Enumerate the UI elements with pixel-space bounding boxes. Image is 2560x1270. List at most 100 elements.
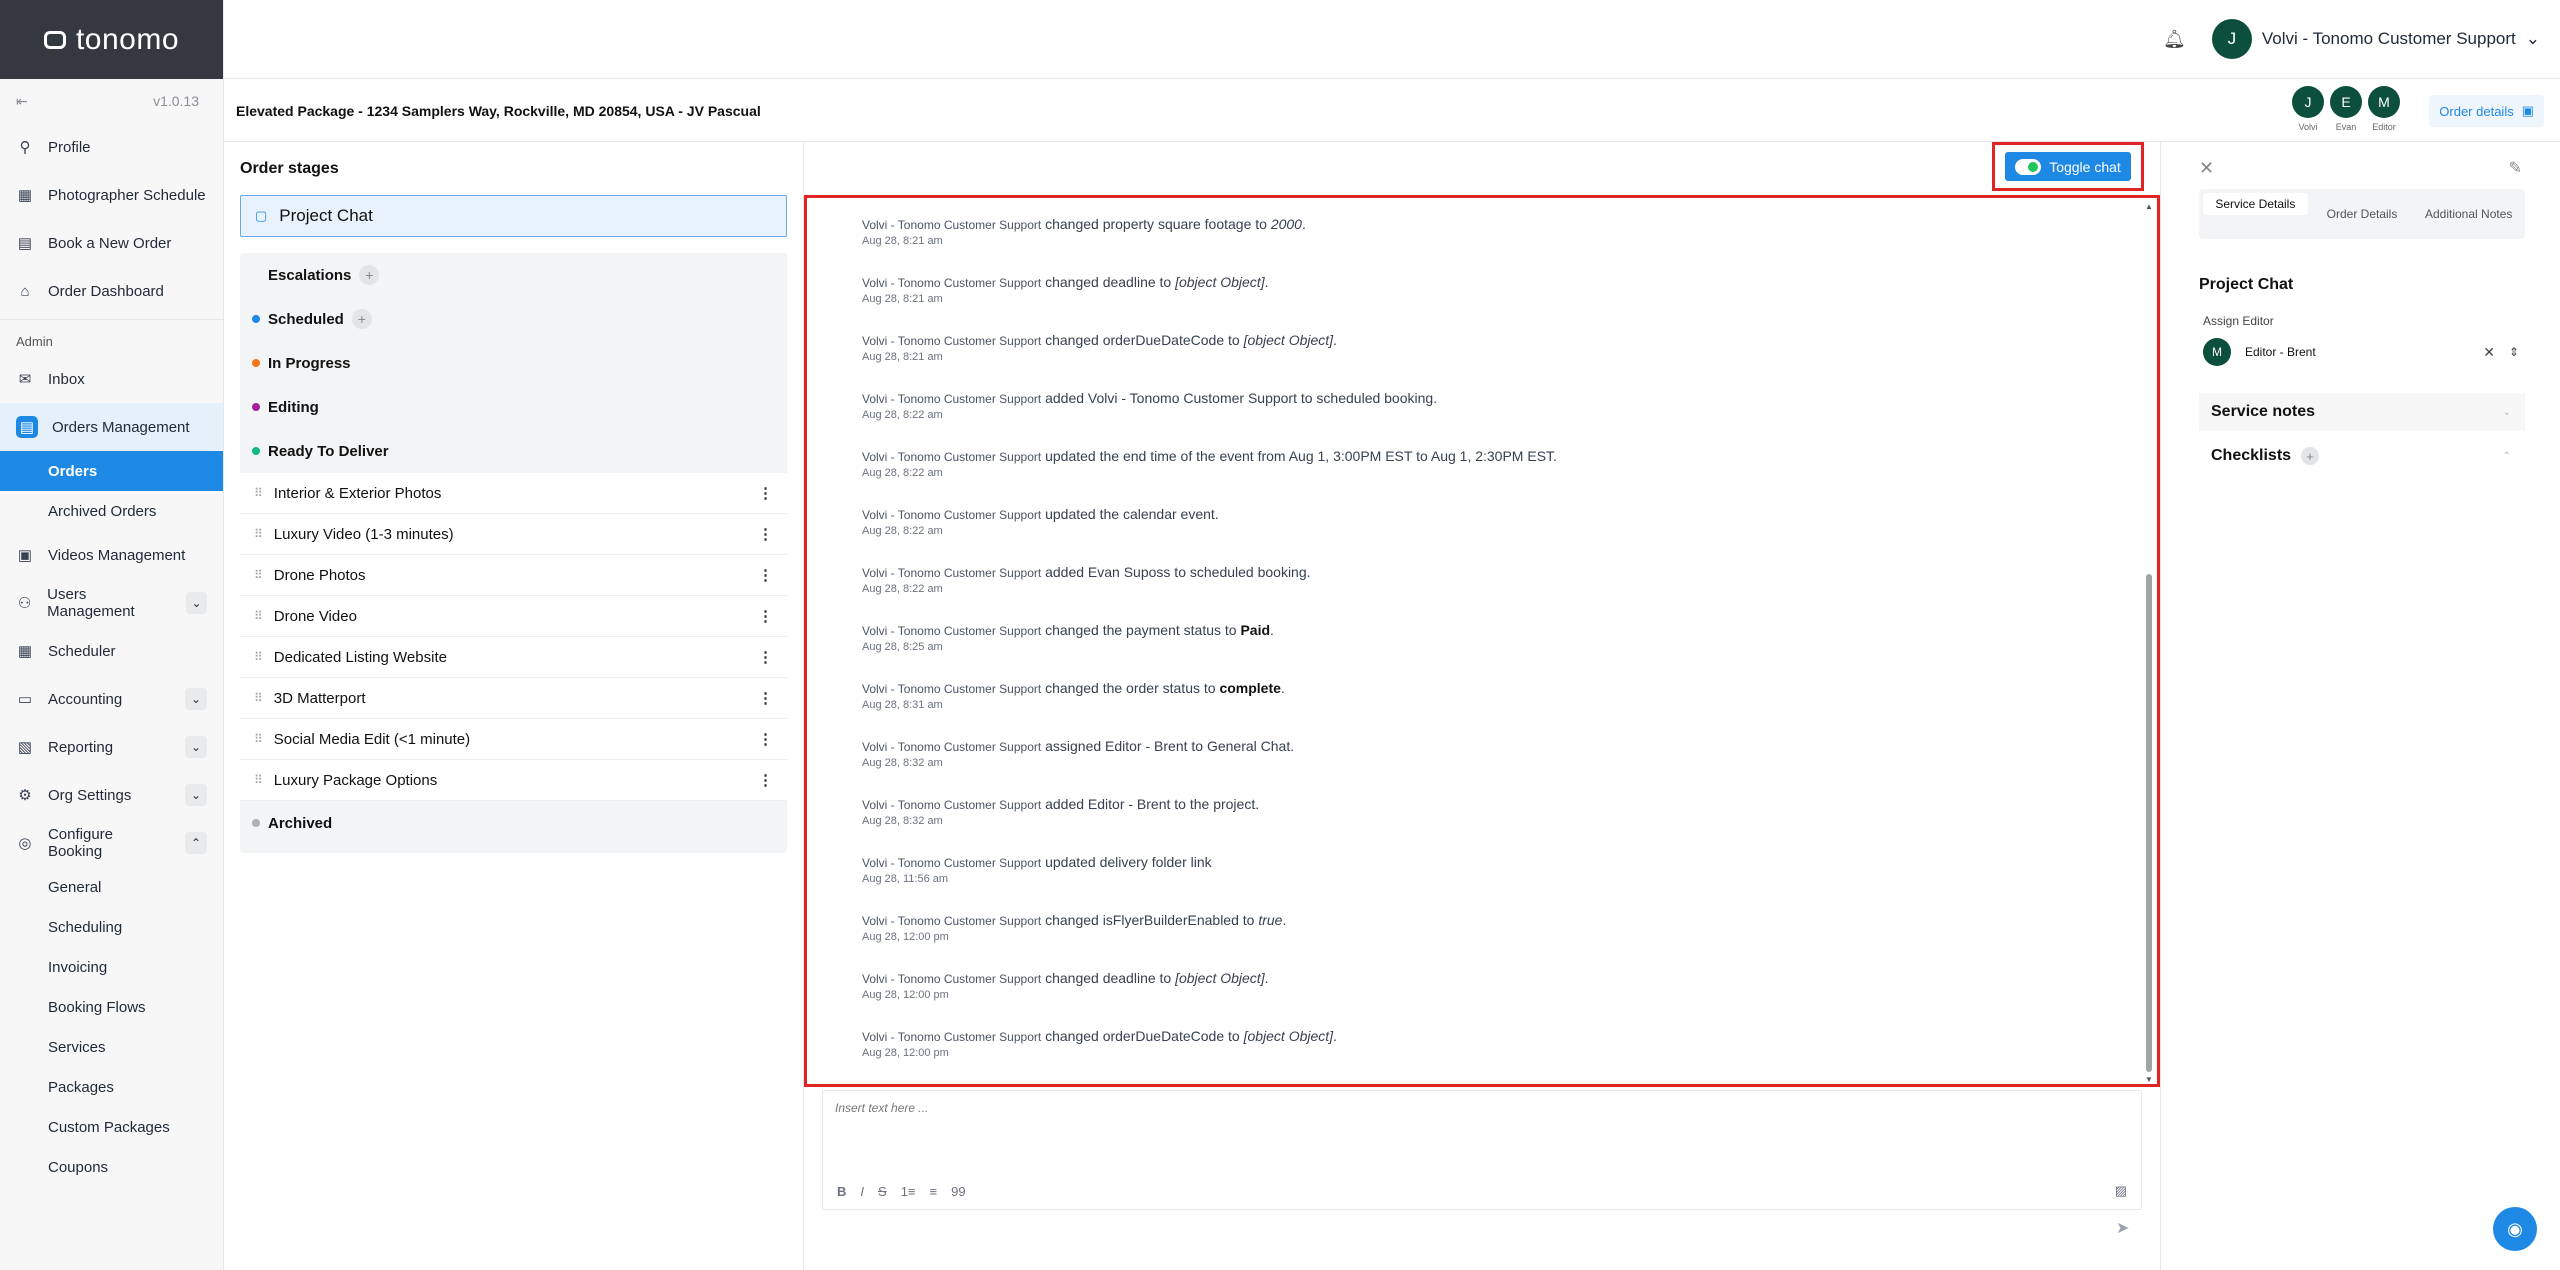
assign-editor-select[interactable]: M Editor - Brent ✕ ⇕ <box>2199 335 2525 369</box>
drag-handle-icon[interactable]: ⠿ <box>254 609 263 623</box>
more-options-icon[interactable]: ⋮ <box>758 566 773 584</box>
scroll-up-icon[interactable]: ▲ <box>2145 202 2153 211</box>
more-options-icon[interactable]: ⋮ <box>758 771 773 789</box>
chat-scrollbar[interactable]: ▲ ▼ <box>2144 202 2154 1084</box>
send-icon[interactable]: ➤ <box>2116 1218 2129 1238</box>
log-suffix: . <box>1270 622 1274 638</box>
sidebar-item-users-management[interactable]: ⚇ Users Management ⌄ <box>0 579 223 627</box>
service-item[interactable]: ⠿ Luxury Package Options ⋮ <box>240 760 787 801</box>
order-details-button[interactable]: Order details ▣ <box>2429 95 2544 127</box>
sidebar-item-general[interactable]: General <box>0 867 223 907</box>
service-item[interactable]: ⠿ Interior & Exterior Photos ⋮ <box>240 473 787 514</box>
sidebar-item-orders[interactable]: Orders <box>0 451 223 491</box>
more-options-icon[interactable]: ⋮ <box>758 730 773 748</box>
project-chat-item[interactable]: ▢ Project Chat <box>240 195 787 237</box>
sidebar-item-profile[interactable]: ⚲ Profile <box>0 123 223 171</box>
sidebar-item-videos-management[interactable]: ▣ Videos Management <box>0 531 223 579</box>
add-checklist-icon[interactable]: + <box>2301 447 2320 465</box>
app-version: v1.0.13 <box>153 93 199 109</box>
log-action: added Evan Suposs to scheduled booking. <box>1045 564 1311 580</box>
sidebar-item-booking-flows[interactable]: Booking Flows <box>0 987 223 1027</box>
close-icon[interactable]: ✕ <box>2199 158 2214 179</box>
bullet-list-icon[interactable]: ≡ <box>930 1184 938 1199</box>
service-item[interactable]: ⠿ Dedicated Listing Website ⋮ <box>240 637 787 678</box>
sidebar-item-archived-orders[interactable]: Archived Orders <box>0 491 223 531</box>
service-notes-section[interactable]: Service notes ⌄ <box>2199 393 2525 431</box>
sidebar-item-custom-packages[interactable]: Custom Packages <box>0 1107 223 1147</box>
image-icon[interactable]: ▨ <box>2115 1183 2127 1199</box>
sidebar-item-coupons[interactable]: Coupons <box>0 1147 223 1187</box>
chevron-up-icon[interactable]: ⌃ <box>185 832 207 854</box>
drag-handle-icon[interactable]: ⠿ <box>254 486 263 500</box>
sidebar-item-reporting[interactable]: ▧ Reporting ⌄ <box>0 723 223 771</box>
bold-icon[interactable]: B <box>837 1184 846 1199</box>
stage-ready-to-deliver[interactable]: Ready To Deliver <box>240 429 787 473</box>
chevron-down-icon[interactable]: ⌄ <box>185 688 207 710</box>
sidebar-item-packages[interactable]: Packages <box>0 1067 223 1107</box>
stage-escalations[interactable]: Escalations + <box>240 253 787 297</box>
drag-handle-icon[interactable]: ⠿ <box>254 568 263 582</box>
checklists-section[interactable]: Checklists + ⌃ <box>2199 437 2525 475</box>
sidebar-item-org-settings[interactable]: ⚙ Org Settings ⌄ <box>0 771 223 819</box>
stage-in-progress[interactable]: In Progress <box>240 341 787 385</box>
brand-logo[interactable]: tonomo <box>0 0 223 79</box>
more-options-icon[interactable]: ⋮ <box>758 648 773 666</box>
drag-handle-icon[interactable]: ⠿ <box>254 732 263 746</box>
chevron-down-icon[interactable]: ⌄ <box>185 784 207 806</box>
add-icon[interactable]: + <box>359 265 380 285</box>
service-item[interactable]: ⠿ Drone Photos ⋮ <box>240 555 787 596</box>
edit-icon[interactable]: ✎ <box>2509 158 2522 178</box>
stage-archived[interactable]: Archived <box>240 801 787 845</box>
chat-log[interactable]: Volvi - Tonomo Customer Support changed … <box>804 195 2160 1087</box>
sidebar-item-photographer-schedule[interactable]: ▦ Photographer Schedule <box>0 171 223 219</box>
select-arrows-icon[interactable]: ⇕ <box>2509 345 2525 359</box>
strikethrough-icon[interactable]: S <box>878 1184 887 1199</box>
sidebar-item-scheduler[interactable]: ▦ Scheduler <box>0 627 223 675</box>
tab-order-details[interactable]: Order Details <box>2310 193 2415 235</box>
drag-handle-icon[interactable]: ⠿ <box>254 527 263 541</box>
stage-scheduled[interactable]: Scheduled + <box>240 297 787 341</box>
order-stages-title: Order stages <box>240 160 339 177</box>
sidebar-item-invoicing[interactable]: Invoicing <box>0 947 223 987</box>
drag-handle-icon[interactable]: ⠿ <box>254 773 263 787</box>
sidebar-item-book-a-new-order[interactable]: ▤ Book a New Order <box>0 219 223 267</box>
stage-editing[interactable]: Editing <box>240 385 787 429</box>
add-icon[interactable]: + <box>351 309 372 329</box>
scroll-down-icon[interactable]: ▼ <box>2145 1075 2153 1084</box>
more-options-icon[interactable]: ⋮ <box>758 484 773 502</box>
service-item[interactable]: ⠿ Drone Video ⋮ <box>240 596 787 637</box>
sidebar-item-scheduling[interactable]: Scheduling <box>0 907 223 947</box>
more-options-icon[interactable]: ⋮ <box>758 607 773 625</box>
participant[interactable]: E Evan <box>2330 86 2362 132</box>
message-input[interactable] <box>835 1101 1635 1115</box>
scroll-thumb[interactable] <box>2146 574 2152 1072</box>
service-item[interactable]: ⠿ Luxury Video (1-3 minutes) ⋮ <box>240 514 787 555</box>
sidebar-item-accounting[interactable]: ▭ Accounting ⌄ <box>0 675 223 723</box>
chevron-down-icon[interactable]: ⌄ <box>186 592 207 614</box>
sidebar-item-configure-booking[interactable]: ◎ Configure Booking ⌃ <box>0 819 223 867</box>
service-item[interactable]: ⠿ 3D Matterport ⋮ <box>240 678 787 719</box>
service-item[interactable]: ⠿ Social Media Edit (<1 minute) ⋮ <box>240 719 787 760</box>
sidebar-item-orders-management[interactable]: ▤ Orders Management <box>0 403 223 451</box>
user-menu[interactable]: J Volvi - Tonomo Customer Support ⌄ <box>2211 19 2540 59</box>
toggle-chat-button[interactable]: Toggle chat <box>2005 152 2131 181</box>
drag-handle-icon[interactable]: ⠿ <box>254 650 263 664</box>
sidebar-item-inbox[interactable]: ✉ Inbox <box>0 355 223 403</box>
italic-icon[interactable]: I <box>860 1184 864 1199</box>
participant[interactable]: J Volvi <box>2292 86 2324 132</box>
more-options-icon[interactable]: ⋮ <box>758 525 773 543</box>
sidebar-item-services[interactable]: Services <box>0 1027 223 1067</box>
clear-icon[interactable]: ✕ <box>2483 344 2495 361</box>
bell-icon[interactable]: 🔔︎ <box>2163 29 2186 50</box>
quote-icon[interactable]: 99 <box>951 1184 965 1199</box>
more-options-icon[interactable]: ⋮ <box>758 689 773 707</box>
tab-additional-notes[interactable]: Additional Notes <box>2416 193 2521 235</box>
help-chat-button[interactable]: ◉ <box>2493 1207 2537 1251</box>
collapse-sidebar-icon[interactable]: ⇤ <box>16 93 28 110</box>
participant[interactable]: M Editor <box>2368 86 2400 132</box>
tab-service-details[interactable]: Service Details <box>2203 193 2308 215</box>
chevron-down-icon[interactable]: ⌄ <box>185 736 207 758</box>
sidebar-item-order-dashboard[interactable]: ⌂ Order Dashboard <box>0 267 223 315</box>
ordered-list-icon[interactable]: 1≡ <box>901 1184 916 1199</box>
drag-handle-icon[interactable]: ⠿ <box>254 691 263 705</box>
